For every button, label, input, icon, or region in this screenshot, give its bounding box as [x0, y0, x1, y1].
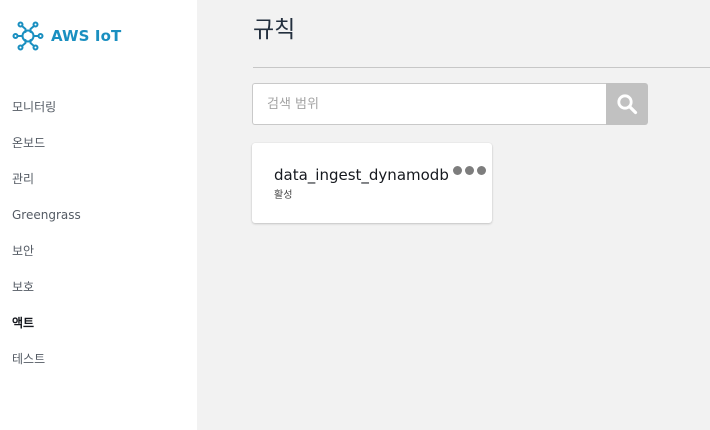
search-button[interactable]: [606, 83, 648, 125]
menu-dot: [453, 165, 462, 175]
sidebar-nav: 모니터링 온보드 관리 Greengrass 보안 보호 액트 테스트: [0, 89, 197, 377]
brand-name: AWS IoT: [51, 27, 122, 45]
sidebar-item-test[interactable]: 테스트: [0, 341, 197, 377]
rule-status: 활성: [274, 190, 293, 201]
iot-chip-icon: [12, 21, 44, 51]
page-title: 규칙: [253, 17, 296, 43]
more-options-icon[interactable]: [453, 163, 493, 177]
menu-dot: [465, 165, 474, 175]
sidebar-item-manage[interactable]: 관리: [0, 161, 197, 197]
main-content: 규칙 data_ingest_dynamodb 활성: [197, 0, 710, 430]
brand[interactable]: AWS IoT: [12, 19, 121, 53]
sidebar: AWS IoT 모니터링 온보드 관리 Greengrass 보안 보호 액트 …: [0, 0, 197, 430]
sidebar-item-defend[interactable]: 보호: [0, 269, 197, 305]
menu-dot: [477, 165, 486, 175]
sidebar-item-greengrass[interactable]: Greengrass: [0, 197, 197, 233]
rule-name[interactable]: data_ingest_dynamodb: [274, 166, 449, 184]
sidebar-item-act[interactable]: 액트: [0, 305, 197, 341]
search-input[interactable]: [252, 83, 606, 125]
sidebar-item-secure[interactable]: 보안: [0, 233, 197, 269]
search-icon: [617, 94, 638, 115]
sidebar-item-monitoring[interactable]: 모니터링: [0, 89, 197, 125]
rule-card[interactable]: data_ingest_dynamodb 활성: [252, 143, 492, 223]
title-divider: [253, 67, 710, 68]
sidebar-item-onboard[interactable]: 온보드: [0, 125, 197, 161]
search-bar: [252, 83, 648, 125]
